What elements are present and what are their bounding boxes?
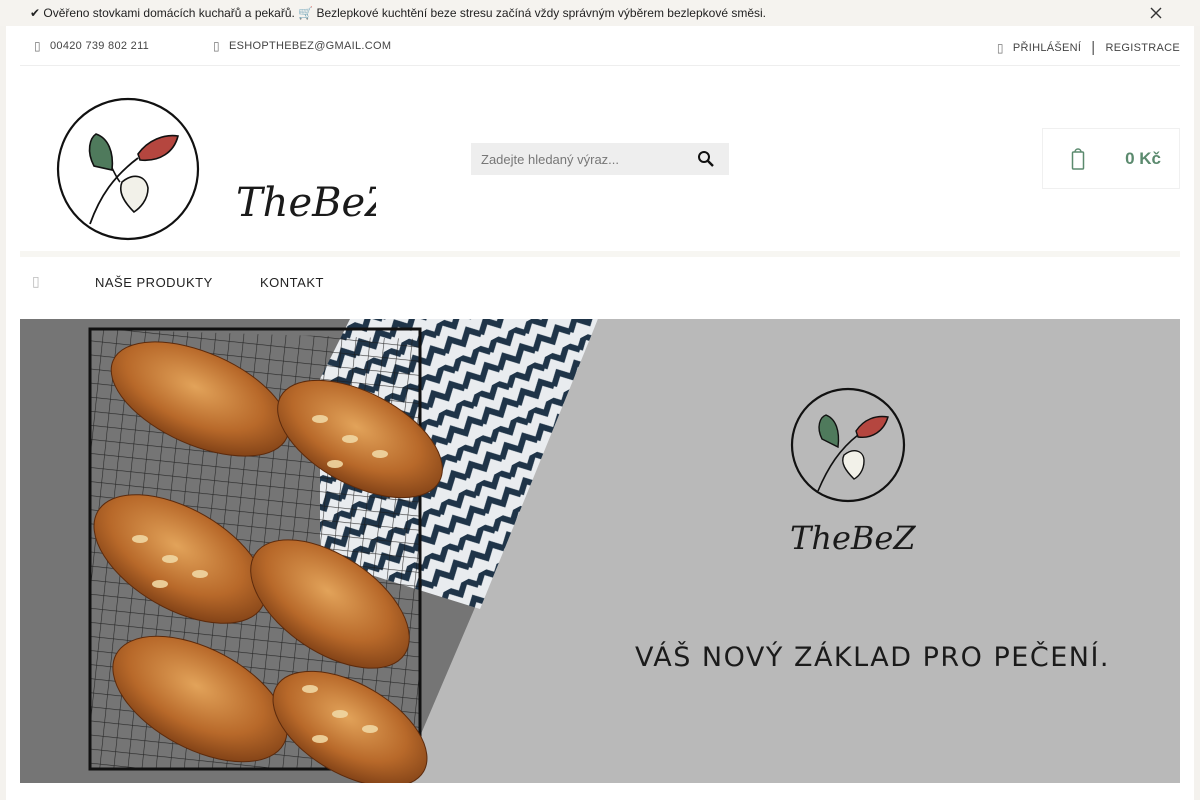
nav-item-products[interactable]: NAŠE PRODUKTY <box>95 275 213 290</box>
nav-item-contact[interactable]: KONTAKT <box>260 275 324 290</box>
mail-icon: ▯ <box>213 39 220 53</box>
banner-tagline: VÁŠ NOVÝ ZÁKLAD PRO PEČENÍ. <box>635 642 1111 673</box>
email-link[interactable]: ▯ ESHOPTHEBEZ@GMAIL.COM <box>213 39 391 53</box>
notice-text: ✔ Ověřeno stovkami domácích kuchařů a pe… <box>30 6 766 20</box>
logo-wordmark: TheBeZ <box>236 180 376 226</box>
email-address: ESHOPTHEBEZ@GMAIL.COM <box>229 40 392 52</box>
search-box <box>471 143 729 175</box>
login-link[interactable]: PŘIHLÁŠENÍ <box>1013 42 1081 54</box>
search-icon <box>698 151 714 167</box>
hero-banner[interactable]: TheBeZ VÁŠ NOVÝ ZÁKLAD PRO PEČENÍ. <box>20 319 1180 783</box>
page: ▯ 00420 739 802 211 ▯ ESHOPTHEBEZ@GMAIL.… <box>6 26 1194 800</box>
phone-link[interactable]: ▯ 00420 739 802 211 <box>34 39 149 53</box>
account-links: ▯ PŘIHLÁŠENÍ | REGISTRACE <box>997 39 1180 56</box>
main-nav: ▯ NAŠE PRODUKTY KONTAKT <box>20 257 1180 319</box>
search-button[interactable] <box>686 143 726 175</box>
hero-image: TheBeZ <box>20 319 1180 783</box>
home-icon[interactable]: ▯ <box>32 273 40 290</box>
register-link[interactable]: REGISTRACE <box>1105 42 1180 54</box>
cart-button[interactable]: 0 Kč <box>1042 128 1180 189</box>
cart-total: 0 Kč <box>1125 149 1161 168</box>
site-logo[interactable]: TheBeZ <box>56 96 394 242</box>
phone-icon: ▯ <box>34 39 41 53</box>
notice-bar: ✔ Ověřeno stovkami domácích kuchařů a pe… <box>0 0 1200 26</box>
user-icon: ▯ <box>996 40 1004 55</box>
top-contact-bar: ▯ 00420 739 802 211 ▯ ESHOPTHEBEZ@GMAIL.… <box>20 26 1180 66</box>
banner-wordmark: TheBeZ <box>790 519 916 557</box>
phone-number: 00420 739 802 211 <box>50 40 150 52</box>
close-icon[interactable] <box>1148 5 1164 21</box>
auth-separator: | <box>1091 39 1096 56</box>
search-input[interactable] <box>471 151 686 167</box>
shopping-bag-icon <box>1071 148 1085 170</box>
